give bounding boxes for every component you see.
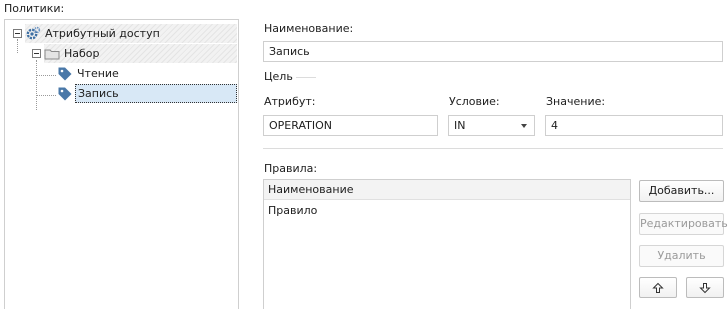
target-section-divider: [296, 77, 316, 78]
tree-item-root[interactable]: Атрибутный доступ: [25, 24, 237, 43]
rules-list[interactable]: Наименование Правило: [263, 179, 631, 309]
tree-item-root-label: Атрибутный доступ: [45, 27, 160, 40]
tree-item-read[interactable]: Чтение: [57, 64, 207, 83]
tree-item-read-label: Чтение: [77, 67, 119, 80]
group-collapse-toggle[interactable]: [32, 49, 41, 58]
tree-item-group[interactable]: Набор: [44, 44, 237, 63]
value-field[interactable]: 4: [545, 115, 723, 136]
tree-item-write[interactable]: Запись: [57, 84, 239, 103]
tree-item-write-label: Запись: [75, 84, 237, 103]
condition-label: Условие:: [449, 95, 500, 108]
tree-item-group-label: Набор: [64, 47, 100, 60]
rules-row[interactable]: Правило: [268, 204, 317, 217]
chevron-down-icon[interactable]: [521, 124, 527, 128]
attribute-field[interactable]: OPERATION: [263, 115, 438, 136]
add-rule-button[interactable]: Добавить...: [639, 180, 724, 202]
rules-column-header[interactable]: Наименование: [264, 180, 630, 200]
name-label: Наименование:: [264, 22, 354, 35]
folder-icon: [44, 46, 60, 62]
tag-icon: [57, 66, 73, 82]
gear-icon: [25, 26, 41, 42]
edit-rule-button[interactable]: Редактировать: [639, 213, 728, 235]
root-collapse-toggle[interactable]: [13, 29, 22, 38]
move-up-button[interactable]: [639, 277, 677, 298]
arrow-down-icon: [699, 283, 711, 294]
policy-tree[interactable]: Атрибутный доступ Набор Чтение Запись: [4, 19, 239, 309]
rules-label: Правила:: [264, 162, 318, 175]
name-field[interactable]: Запись: [263, 41, 723, 62]
delete-rule-button[interactable]: Удалить: [639, 245, 724, 267]
value-label: Значение:: [546, 95, 606, 108]
policies-label: Политики:: [4, 2, 65, 15]
condition-select[interactable]: IN: [448, 115, 535, 136]
target-section-label: Цель: [264, 70, 293, 83]
tag-icon: [57, 86, 73, 102]
move-down-button[interactable]: [686, 277, 724, 298]
attribute-label: Атрибут:: [264, 95, 316, 108]
condition-select-value: IN: [454, 119, 466, 132]
rules-section-divider: [263, 148, 723, 149]
arrow-up-icon: [652, 282, 664, 293]
